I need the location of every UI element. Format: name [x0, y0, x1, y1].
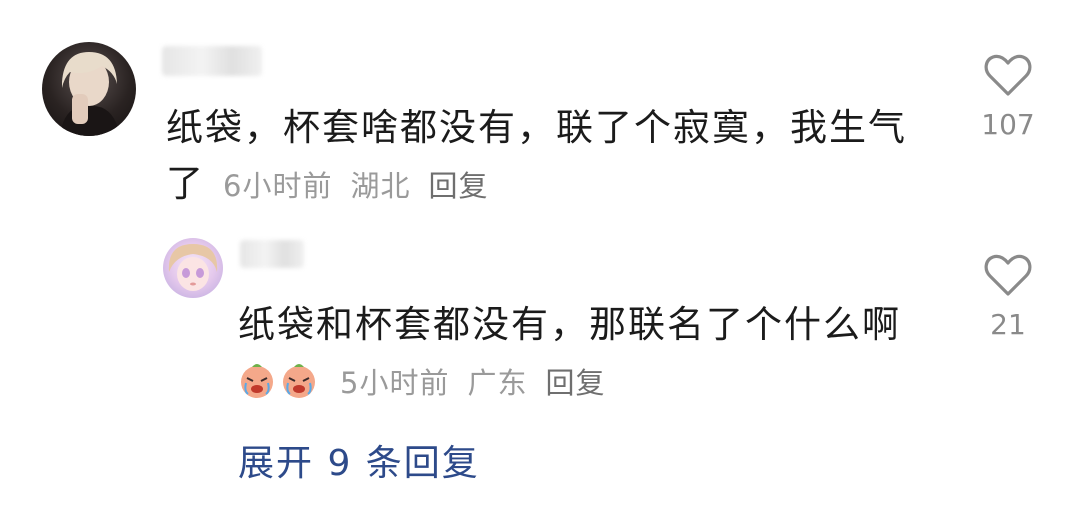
- reply-like-button[interactable]: 21: [958, 252, 1058, 341]
- reply-location: 广东: [467, 366, 528, 400]
- like-count: 107: [981, 108, 1035, 141]
- heart-outline-icon: [984, 254, 1032, 296]
- username-blurred[interactable]: [162, 46, 262, 76]
- crying-face-emoji: [280, 359, 318, 398]
- heart-outline-icon: [984, 54, 1032, 96]
- expand-replies-link[interactable]: 展开 9 条回复: [238, 434, 480, 486]
- reply-username-blurred[interactable]: [240, 240, 304, 268]
- reply-time: 5小时前: [340, 366, 450, 400]
- crying-face-emoji: [238, 359, 276, 398]
- reply-avatar[interactable]: [163, 238, 223, 298]
- comment-location: 湖北: [350, 169, 411, 203]
- reply-text: 纸袋和杯套都没有，那联名了个什么啊: [238, 303, 901, 346]
- comment-reply-button[interactable]: 回复: [428, 158, 488, 214]
- reply-body: 纸袋和杯套都没有，那联名了个什么啊 5小时前 广东 回复: [238, 297, 918, 411]
- reply-like-count: 21: [990, 308, 1026, 341]
- reply-reply-button[interactable]: 回复: [545, 355, 605, 411]
- comment-body: 纸袋，杯套啥都没有，联了个寂寞，我生气了 6小时前 湖北 回复: [166, 100, 926, 214]
- comment-thread: 纸袋，杯套啥都没有，联了个寂寞，我生气了 6小时前 湖北 回复 107 纸袋和杯套都没…: [0, 0, 1080, 519]
- avatar[interactable]: [42, 42, 136, 136]
- like-button[interactable]: 107: [958, 52, 1058, 141]
- comment-time: 6小时前: [223, 169, 333, 203]
